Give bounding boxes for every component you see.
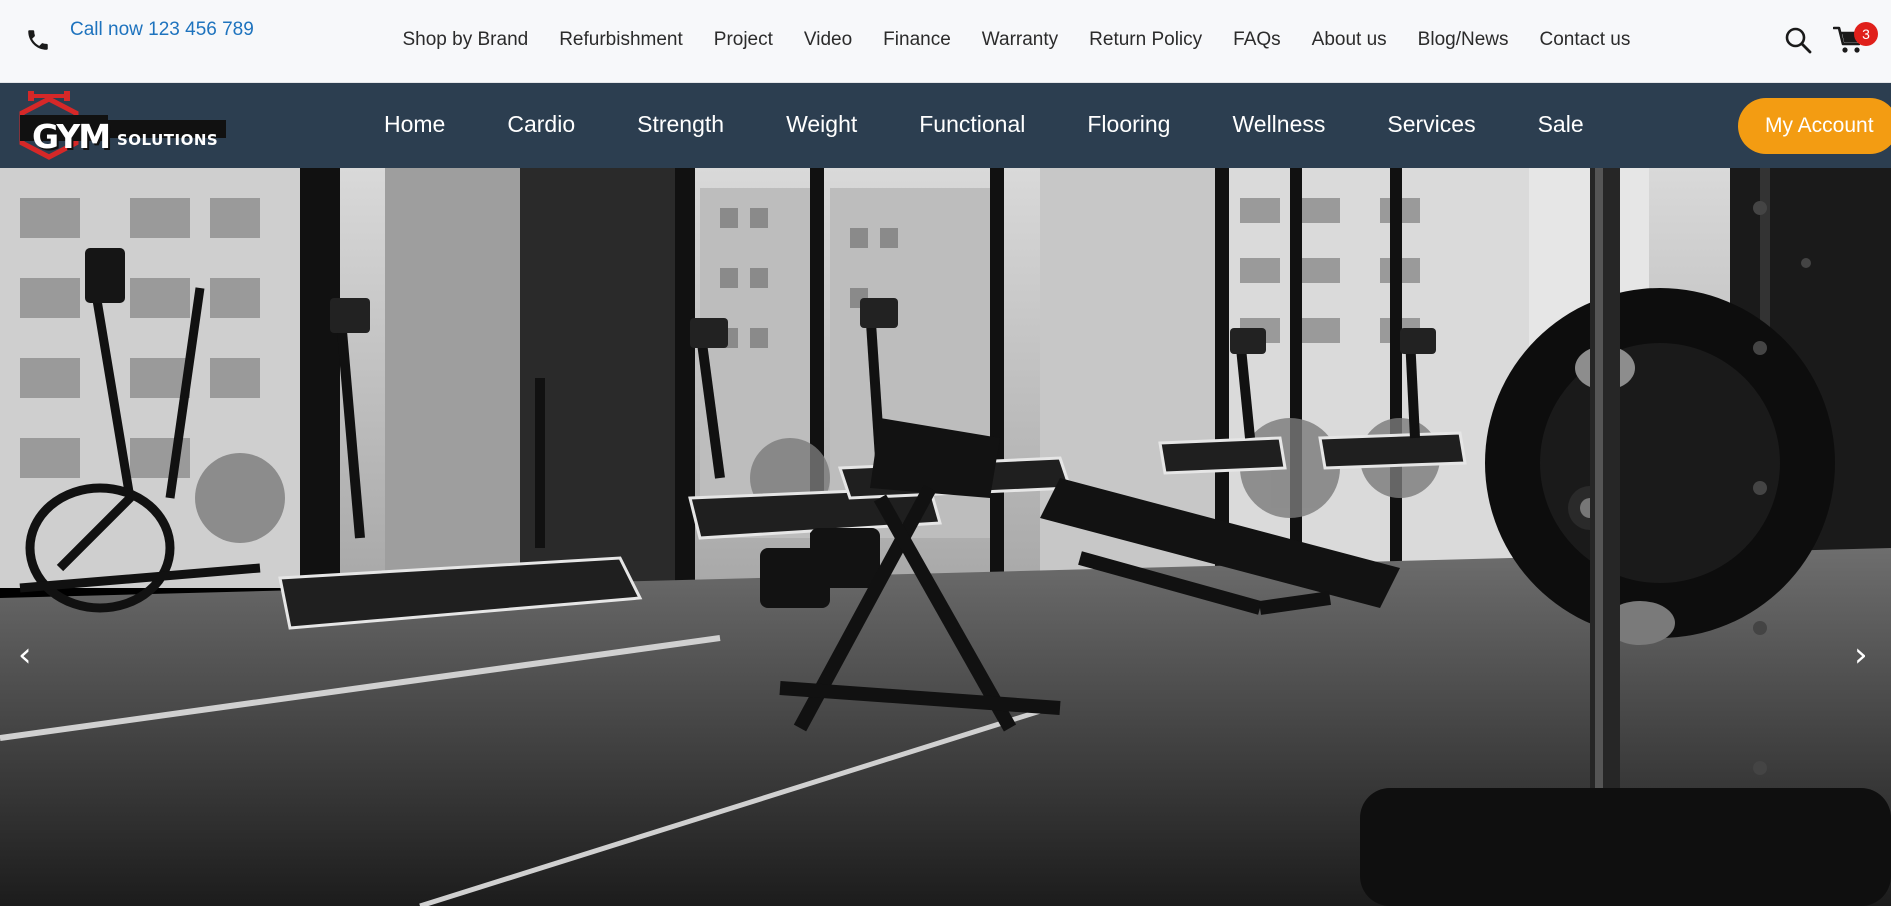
cart-button[interactable]: 3: [1833, 22, 1878, 56]
util-link-finance[interactable]: Finance: [868, 29, 967, 51]
top-utility-bar: Call now 123 456 789 Shop by Brand Refur…: [0, 0, 1891, 83]
slider-prev-arrow[interactable]: ‹: [18, 638, 32, 672]
util-link-shop-by-brand[interactable]: Shop by Brand: [387, 29, 544, 51]
util-link-warranty[interactable]: Warranty: [966, 29, 1073, 51]
primary-nav: Home Cardio Strength Weight Functional F…: [353, 111, 1615, 138]
util-link-about-us[interactable]: About us: [1296, 29, 1402, 51]
gym-solutions-logo[interactable]: GYM SOLUTIONS: [18, 91, 228, 163]
nav-cardio[interactable]: Cardio: [476, 111, 606, 138]
my-account-button[interactable]: My Account: [1738, 98, 1891, 154]
nav-home[interactable]: Home: [353, 111, 476, 138]
util-link-faqs[interactable]: FAQs: [1218, 29, 1297, 51]
util-link-refurbishment[interactable]: Refurbishment: [544, 29, 699, 51]
util-link-project[interactable]: Project: [698, 29, 788, 51]
hero-slider: ‹ ›: [0, 168, 1891, 906]
search-icon[interactable]: [1784, 26, 1812, 54]
util-link-video[interactable]: Video: [788, 29, 867, 51]
nav-flooring[interactable]: Flooring: [1056, 111, 1201, 138]
util-link-contact-us[interactable]: Contact us: [1524, 29, 1646, 51]
main-nav-bar: GYM SOLUTIONS Home Cardio Strength Weigh…: [0, 83, 1891, 168]
nav-strength[interactable]: Strength: [606, 111, 755, 138]
nav-weight[interactable]: Weight: [755, 111, 888, 138]
hero-gym-image: [0, 168, 1891, 906]
logo-gym-text: GYM: [32, 117, 111, 156]
utility-nav: Shop by Brand Refurbishment Project Vide…: [387, 29, 1646, 51]
logo-solutions-text: SOLUTIONS: [117, 131, 219, 149]
util-link-return-policy[interactable]: Return Policy: [1074, 29, 1218, 51]
nav-services[interactable]: Services: [1356, 111, 1506, 138]
nav-functional[interactable]: Functional: [888, 111, 1056, 138]
call-now-link[interactable]: Call now 123 456 789: [70, 19, 254, 41]
util-link-blog-news[interactable]: Blog/News: [1402, 29, 1524, 51]
phone-icon[interactable]: [25, 27, 51, 53]
slider-next-arrow[interactable]: ›: [1854, 638, 1868, 672]
nav-wellness[interactable]: Wellness: [1201, 111, 1356, 138]
cart-count-badge: 3: [1854, 22, 1878, 46]
nav-sale[interactable]: Sale: [1507, 111, 1615, 138]
